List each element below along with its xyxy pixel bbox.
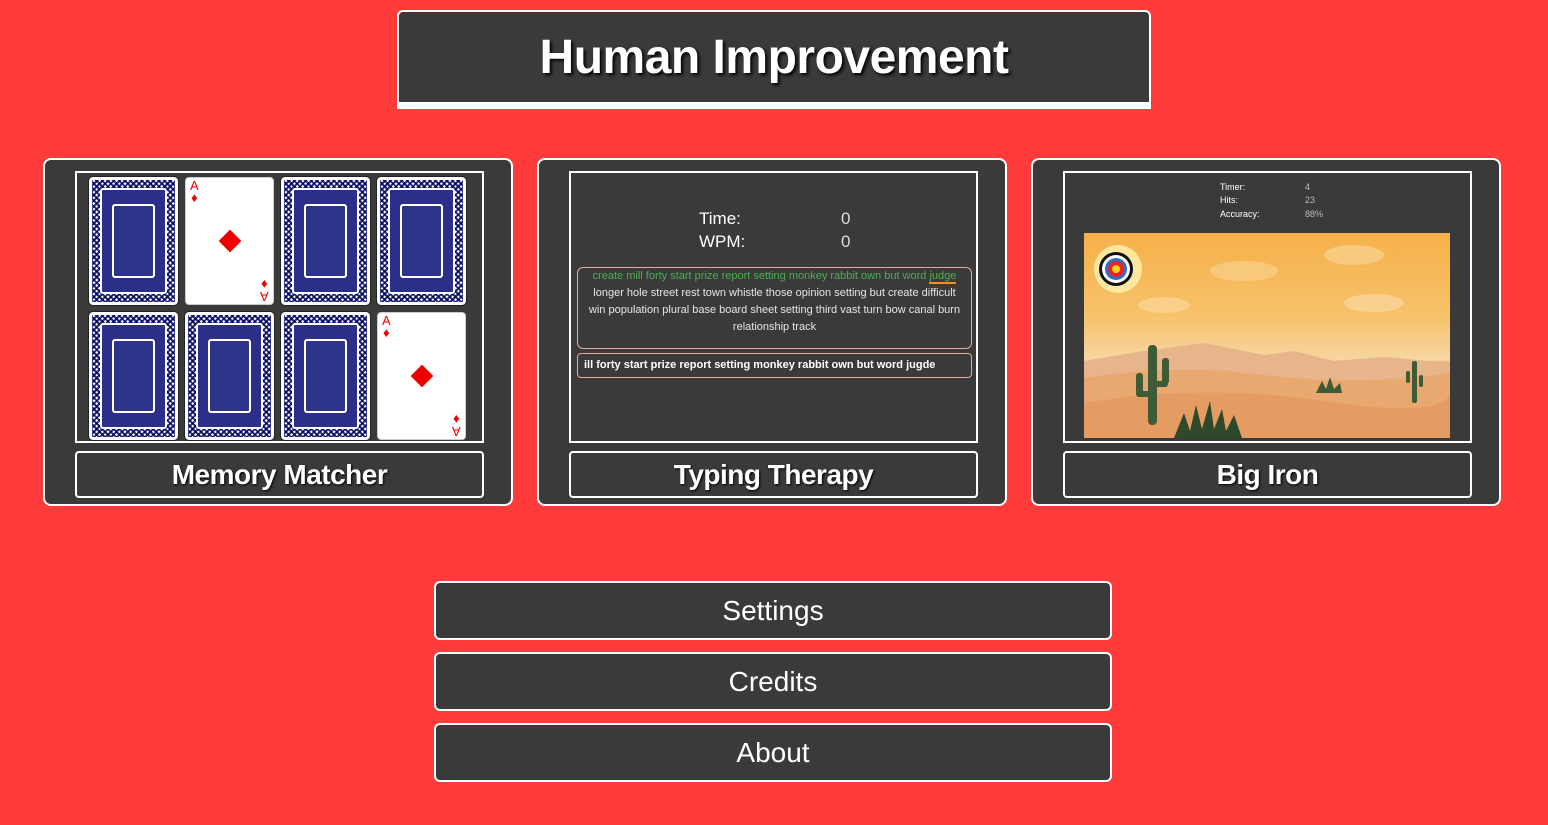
title-banner: Human Improvement xyxy=(397,10,1151,109)
card-back xyxy=(88,176,179,306)
hits-value: 23 xyxy=(1305,195,1316,205)
accuracy-value: 88% xyxy=(1305,209,1324,219)
timer-label: Timer: xyxy=(1220,182,1246,192)
typing-therapy-label[interactable]: Typing Therapy xyxy=(569,451,978,498)
card-ace-of-diamonds: A ♦ A ♦ xyxy=(377,312,466,440)
memory-matcher-preview: A ♦ A ♦ A ♦ A ♦ xyxy=(75,171,484,443)
game-card-memory-matcher[interactable]: A ♦ A ♦ A ♦ A ♦ Memory Matcher xyxy=(43,158,513,506)
wpm-label: WPM: xyxy=(699,232,746,251)
typing-input[interactable]: ill forty start prize report setting mon… xyxy=(577,353,972,378)
card-ace-of-diamonds: A ♦ A ♦ xyxy=(185,177,274,305)
typing-therapy-preview: Time: 0 WPM: 0 create mill forty start p… xyxy=(569,171,978,443)
hits-label: Hits: xyxy=(1220,195,1238,205)
card-grid: A ♦ A ♦ A ♦ A ♦ xyxy=(88,176,467,441)
game-card-big-iron[interactable]: Timer: 4 Hits: 23 Accuracy: 88% Big Iron xyxy=(1031,158,1501,506)
card-back xyxy=(280,311,371,441)
card-back xyxy=(376,176,467,306)
time-label: Time: xyxy=(699,209,741,228)
big-iron-preview: Timer: 4 Hits: 23 Accuracy: 88% xyxy=(1063,171,1472,443)
credits-button[interactable]: Credits xyxy=(434,652,1112,711)
passage-remaining-words: longer hole street rest town whistle tho… xyxy=(588,287,961,333)
wpm-value: 0 xyxy=(841,232,851,251)
passage-current-word: judge xyxy=(929,270,957,284)
desert-illustration xyxy=(1084,245,1450,438)
settings-button[interactable]: Settings xyxy=(434,581,1112,640)
diamond-icon xyxy=(410,364,433,388)
diamond-icon xyxy=(218,229,241,253)
typing-passage: create mill forty start prize report set… xyxy=(577,267,972,349)
page-title: Human Improvement xyxy=(539,30,1009,84)
card-back xyxy=(88,311,179,441)
card-back xyxy=(280,176,371,306)
time-value: 0 xyxy=(841,209,851,228)
timer-value: 4 xyxy=(1305,182,1311,192)
desert-scene xyxy=(1084,233,1450,438)
passage-typed-words: create mill forty start prize report set… xyxy=(592,270,927,282)
about-button[interactable]: About xyxy=(434,723,1112,782)
accuracy-label: Accuracy: xyxy=(1220,209,1260,219)
memory-matcher-label[interactable]: Memory Matcher xyxy=(75,451,484,498)
game-card-typing-therapy[interactable]: Time: 0 WPM: 0 create mill forty start p… xyxy=(537,158,1007,506)
card-back xyxy=(184,311,275,441)
big-iron-label[interactable]: Big Iron xyxy=(1063,451,1472,498)
